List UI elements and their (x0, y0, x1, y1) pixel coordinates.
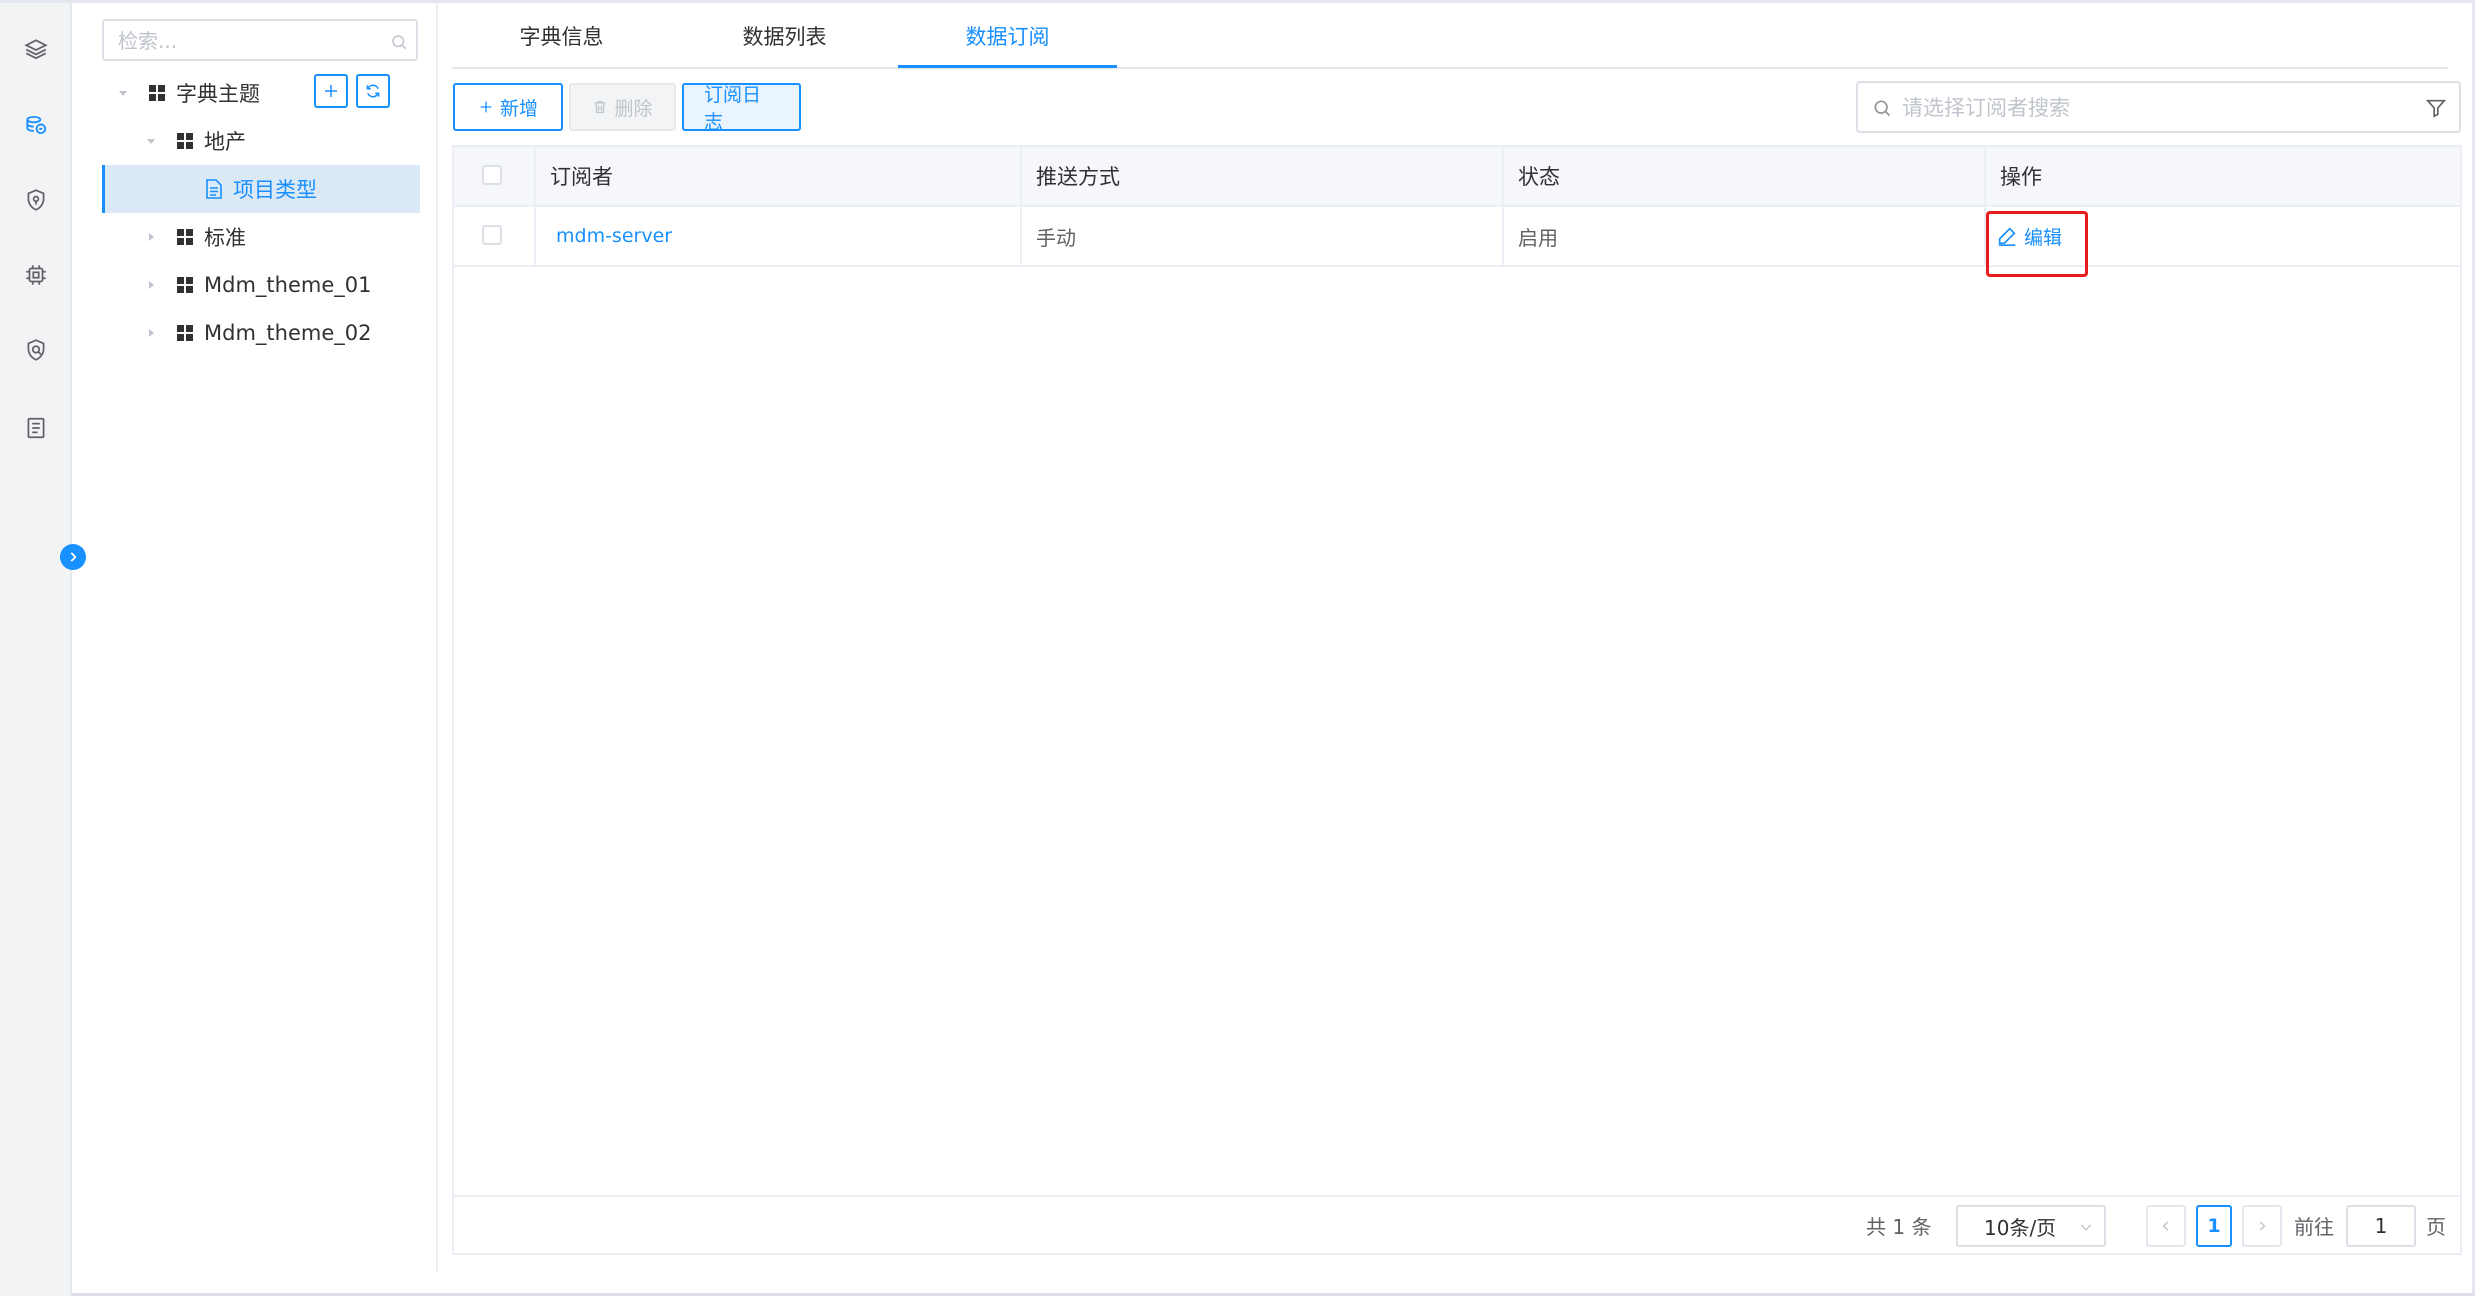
chevron-right-icon (2259, 1221, 2266, 1231)
header-action: 操作 (2000, 165, 2042, 189)
header-push-method: 推送方式 (1022, 147, 1504, 205)
header-status: 状态 (1504, 147, 1986, 205)
subscription-log-label: 订阅日志 (704, 84, 762, 133)
subscriber-search-input[interactable] (1902, 93, 2402, 123)
subscriber-cell: mdm-server (536, 207, 1022, 265)
grid-icon (176, 324, 194, 342)
grid-icon (176, 276, 194, 294)
page-size-select[interactable]: 10条/页 (1956, 1205, 2106, 1247)
subscription-log-button[interactable]: 订阅日志 (682, 83, 801, 133)
delete-button[interactable]: 删除 (569, 83, 676, 131)
subscriber-search (1856, 81, 2461, 133)
chip-icon[interactable] (20, 259, 52, 291)
left-rail (0, 3, 72, 1296)
subscriber-link[interactable]: mdm-server (550, 225, 672, 247)
subscription-table: 订阅者 推送方式 状态 操作 mdm-server 手动 启用 编辑 共 1 条… (452, 145, 2462, 1255)
select-all-checkbox[interactable] (482, 165, 502, 185)
pagination-total: 共 1 条 (1866, 1215, 1932, 1239)
prev-page-button[interactable] (2146, 1205, 2186, 1247)
tree-node-label: 项目类型 (233, 178, 317, 202)
header-select-cell (454, 147, 536, 205)
trash-icon (595, 101, 606, 113)
grid-icon (176, 132, 194, 150)
edit-button-label: 编辑 (2024, 226, 2063, 249)
tree-node-label: 地产 (204, 130, 246, 154)
chevron-left-icon (2162, 1221, 2169, 1231)
table-header: 订阅者 推送方式 状态 操作 (454, 147, 2460, 207)
search-icon (392, 35, 407, 50)
edit-icon (1998, 227, 2016, 246)
caret-right-icon[interactable] (144, 230, 158, 244)
database-icon[interactable] (20, 109, 52, 141)
edit-button[interactable]: 编辑 (1996, 215, 2062, 257)
tree-search (102, 19, 418, 61)
security-icon[interactable] (20, 334, 52, 366)
pagination: 共 1 条 10条/页 1 前往 页 (454, 1195, 2460, 1253)
refresh-icon (366, 84, 380, 98)
page-number-button[interactable]: 1 (2196, 1205, 2232, 1247)
tab-bar: 字典信息 数据列表 数据订阅 (452, 3, 2448, 69)
active-tab-indicator (898, 65, 1117, 68)
push-method-cell: 手动 (1022, 207, 1504, 265)
caret-right-icon[interactable] (144, 278, 158, 292)
main-content: 字典信息 数据列表 数据订阅 新增 删除 订阅日志 订阅者 (440, 3, 2475, 1296)
tree-node-theme-02[interactable]: Mdm_theme_02 (144, 309, 371, 357)
goto-suffix: 页 (2426, 1215, 2446, 1239)
tree-node-label: Mdm_theme_02 (204, 321, 372, 345)
grid-icon (148, 84, 166, 102)
table-row: mdm-server 手动 启用 编辑 (454, 207, 2460, 277)
chevron-right-icon (70, 552, 77, 562)
file-icon (205, 179, 223, 199)
goto-prefix: 前往 (2294, 1215, 2334, 1239)
tab-dictionary-info[interactable]: 字典信息 (452, 3, 671, 69)
shield-icon[interactable] (20, 184, 52, 216)
tree-root-label: 字典主题 (176, 82, 260, 106)
tree-node-standard[interactable]: 标准 (144, 213, 246, 261)
next-page-button[interactable] (2242, 1205, 2282, 1247)
tab-data-list[interactable]: 数据列表 (675, 3, 894, 69)
tab-data-subscription[interactable]: 数据订阅 (898, 3, 1117, 69)
chevron-down-icon (2080, 1224, 2092, 1231)
plus-icon (325, 85, 337, 97)
status-cell: 启用 (1504, 207, 1986, 265)
goto-page-input[interactable] (2346, 1205, 2416, 1247)
row-select-cell (454, 207, 536, 265)
filter-icon[interactable] (2425, 96, 2447, 120)
row-checkbox[interactable] (482, 225, 502, 245)
add-node-button[interactable] (314, 74, 348, 108)
search-icon (1874, 100, 1891, 117)
grid-icon (176, 228, 194, 246)
caret-right-icon[interactable] (144, 326, 158, 340)
delete-button-label: 删除 (614, 97, 653, 120)
tree-node-project-type[interactable]: 项目类型 (102, 165, 420, 213)
tree-search-input[interactable] (118, 27, 378, 55)
app-window: 字典主题 地产 项目类型 标准 Mdm_theme_01 (0, 0, 2491, 1299)
plus-icon (480, 101, 492, 113)
page-size-value: 10条/页 (1984, 1215, 2057, 1240)
refresh-tree-button[interactable] (356, 74, 390, 108)
add-button-label: 新增 (499, 97, 538, 120)
tree-root[interactable]: 字典主题 (116, 69, 260, 117)
document-icon[interactable] (20, 412, 52, 444)
layers-icon[interactable] (20, 33, 52, 65)
add-button[interactable]: 新增 (453, 83, 563, 131)
caret-down-icon[interactable] (144, 134, 158, 148)
tree-node-label: 标准 (204, 226, 246, 250)
header-subscriber: 订阅者 (536, 147, 1022, 205)
expand-toggle[interactable] (60, 544, 86, 570)
tree-node-dichan[interactable]: 地产 (144, 117, 246, 165)
tree-node-label: Mdm_theme_01 (204, 273, 372, 297)
tree-node-theme-01[interactable]: Mdm_theme_01 (144, 261, 371, 309)
caret-down-icon[interactable] (116, 86, 130, 100)
tree-panel: 字典主题 地产 项目类型 标准 Mdm_theme_01 (72, 3, 438, 1273)
